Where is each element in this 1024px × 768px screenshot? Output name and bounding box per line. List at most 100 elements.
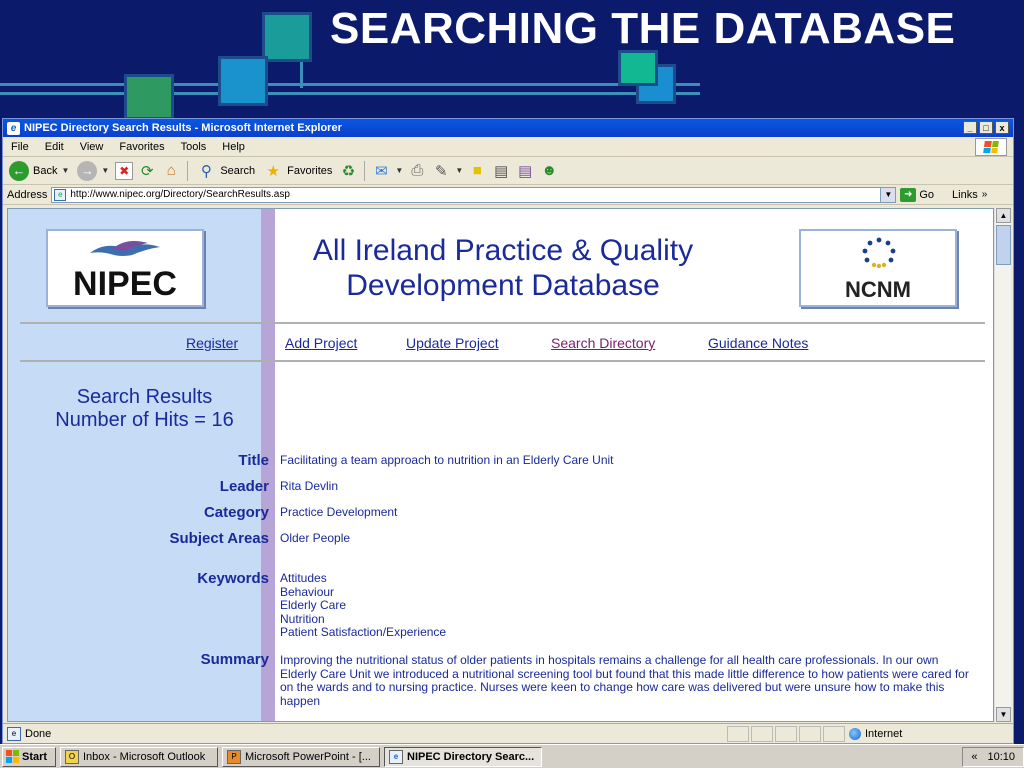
- history-icon[interactable]: ♻: [338, 161, 358, 181]
- nipec-logo-text: NIPEC: [73, 265, 177, 303]
- stop-icon[interactable]: ✖: [115, 161, 134, 180]
- status-bar: e Done Internet: [3, 723, 1013, 743]
- chevron-right-icon[interactable]: »: [982, 189, 988, 200]
- chevron-down-icon: ▼: [101, 166, 110, 175]
- nipec-logo[interactable]: NIPEC: [46, 229, 204, 307]
- start-button[interactable]: Start: [2, 746, 56, 767]
- keywords-list: Attitudes Behaviour Elderly Care Nutriti…: [280, 571, 447, 640]
- go-label: Go: [919, 188, 935, 201]
- decorative-square: [618, 50, 658, 86]
- decorative-line: [0, 83, 700, 86]
- refresh-icon[interactable]: ⟳: [137, 161, 157, 181]
- scroll-thumb[interactable]: [996, 225, 1011, 265]
- status-pane: [751, 725, 773, 742]
- keyword-item: Elderly Care: [280, 598, 347, 613]
- divider: [20, 322, 985, 324]
- task-ie[interactable]: e NIPEC Directory Searc...: [384, 746, 542, 767]
- address-bar: Address e http://www.nipec.org/Directory…: [3, 185, 1013, 205]
- decorative-square: [262, 12, 312, 62]
- subject-areas-value: Older People: [280, 531, 351, 545]
- star-icon: ★: [266, 162, 280, 180]
- print-icon[interactable]: ⎙: [407, 161, 427, 181]
- taskbar: Start O Inbox - Microsoft Outlook P Micr…: [0, 744, 1024, 768]
- ie-icon: e: [7, 121, 20, 135]
- nav-update-project[interactable]: Update Project: [406, 335, 499, 351]
- chevron-down-icon[interactable]: ▼: [880, 187, 896, 202]
- scroll-up-icon[interactable]: ▲: [996, 208, 1011, 223]
- note-icon[interactable]: ■: [467, 161, 487, 181]
- title-label: Title: [238, 452, 269, 469]
- task-outlook[interactable]: O Inbox - Microsoft Outlook: [60, 746, 218, 767]
- search-label: Search: [220, 164, 256, 177]
- status-text: Done: [25, 727, 52, 740]
- site-title: All Ireland Practice & Quality Developme…: [278, 233, 728, 303]
- stars-circle-icon: [862, 237, 896, 269]
- home-icon[interactable]: ⌂: [161, 161, 181, 181]
- menu-help[interactable]: Help: [214, 141, 253, 153]
- tray-expand-icon[interactable]: «: [971, 751, 977, 763]
- edit-icon[interactable]: ✎: [431, 161, 451, 181]
- decorative-square: [124, 74, 174, 118]
- bookshelf-icon[interactable]: ▤: [515, 161, 535, 181]
- slide-header: SEARCHING THE DATABASE: [0, 0, 1024, 118]
- task-label: Inbox - Microsoft Outlook: [83, 750, 206, 763]
- slide-title: SEARCHING THE DATABASE: [330, 4, 956, 53]
- menu-favorites[interactable]: Favorites: [111, 141, 172, 153]
- search-icon: ⚲: [200, 162, 212, 180]
- title-value: Facilitating a team approach to nutritio…: [280, 453, 614, 467]
- go-arrow-icon: ➜: [900, 187, 917, 202]
- site-title-line-1: All Ireland Practice & Quality: [312, 234, 694, 267]
- favorites-button[interactable]: ★ Favorites: [261, 159, 334, 183]
- ncnm-logo[interactable]: NCNM: [799, 229, 957, 307]
- category-value: Practice Development: [280, 505, 398, 519]
- messenger-icon[interactable]: ☻: [539, 161, 559, 181]
- chevron-down-icon[interactable]: ▼: [395, 166, 403, 175]
- globe-icon: [849, 727, 861, 740]
- decorative-line: [0, 92, 700, 95]
- chevron-down-icon[interactable]: ▼: [455, 166, 463, 175]
- ncnm-logo-text: NCNM: [845, 277, 911, 302]
- research-icon[interactable]: ▤: [491, 161, 511, 181]
- page-icon: e: [7, 726, 21, 741]
- windows-logo-icon: [975, 138, 1007, 156]
- menu-tools[interactable]: Tools: [173, 141, 215, 153]
- maximize-button[interactable]: □: [979, 121, 993, 134]
- back-arrow-icon: ←: [9, 160, 29, 181]
- status-pane: [823, 725, 845, 742]
- page-icon: e: [54, 188, 67, 201]
- task-powerpoint[interactable]: P Microsoft PowerPoint - [...: [222, 746, 380, 767]
- status-pane: [727, 725, 749, 742]
- address-label: Address: [7, 188, 48, 201]
- clock: 10:10: [987, 750, 1015, 763]
- scroll-down-icon[interactable]: ▼: [996, 707, 1011, 722]
- leader-label: Leader: [219, 478, 269, 495]
- back-label: Back: [33, 164, 58, 177]
- nav-register[interactable]: Register: [186, 335, 238, 351]
- go-button[interactable]: ➜ Go: [900, 187, 935, 202]
- chevron-down-icon: ▼: [61, 166, 70, 175]
- nav-add-project[interactable]: Add Project: [285, 335, 357, 351]
- close-button[interactable]: x: [995, 121, 1009, 134]
- outlook-icon: O: [65, 749, 79, 764]
- window-title: NIPEC Directory Search Results - Microso…: [24, 122, 342, 134]
- address-input[interactable]: e http://www.nipec.org/Directory/SearchR…: [51, 186, 897, 203]
- menu-file[interactable]: File: [3, 141, 37, 153]
- menu-edit[interactable]: Edit: [37, 141, 72, 153]
- site-title-line-2: Development Database: [346, 269, 660, 302]
- nav-search-directory[interactable]: Search Directory: [551, 335, 655, 351]
- minimize-button[interactable]: _: [963, 121, 977, 134]
- forward-button[interactable]: → ▼: [75, 159, 111, 183]
- task-label: NIPEC Directory Searc...: [407, 750, 535, 763]
- back-button[interactable]: ← Back ▼: [7, 159, 71, 183]
- summary-label: Summary: [200, 651, 269, 668]
- mail-icon[interactable]: ✉: [371, 161, 391, 181]
- nav-guidance-notes[interactable]: Guidance Notes: [708, 335, 808, 351]
- leader-value: Rita Devlin: [280, 479, 339, 493]
- window-titlebar[interactable]: e NIPEC Directory Search Results - Micro…: [3, 119, 1013, 137]
- keywords-label: Keywords: [197, 570, 269, 587]
- links-button[interactable]: Links: [952, 189, 978, 201]
- keyword-item: Patient Satisfaction/Experience: [280, 625, 447, 640]
- menu-view[interactable]: View: [72, 141, 112, 153]
- vertical-scrollbar[interactable]: ▲ ▼: [994, 208, 1011, 722]
- search-button[interactable]: ⚲ Search: [194, 159, 257, 183]
